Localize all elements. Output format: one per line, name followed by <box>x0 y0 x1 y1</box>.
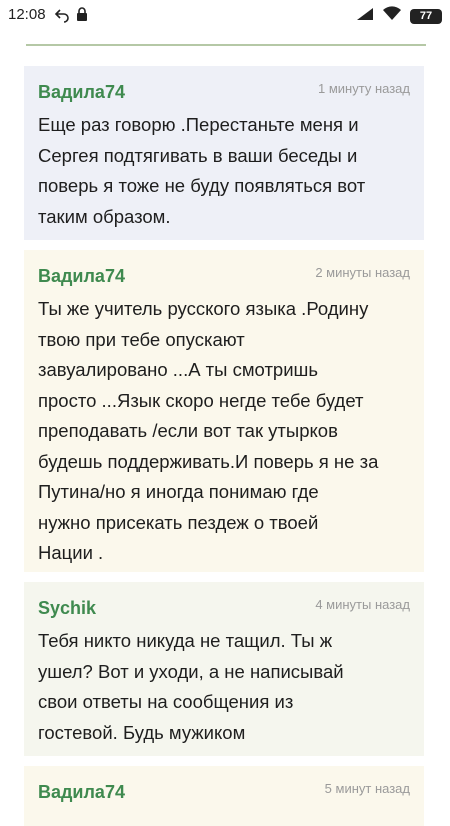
comment-card: Вадила74 5 минут назад <box>24 766 424 826</box>
comment-author[interactable]: Вадила74 <box>38 82 125 103</box>
comment-author[interactable]: Sychik <box>38 598 96 619</box>
comment-line: таким образом. <box>38 205 171 227</box>
comment-line: просто ...Язык скоро негде тебе будет <box>38 389 364 411</box>
comment-line: Путина/но я иногда понимаю где <box>38 481 319 502</box>
comment-line: будешь поддерживать.И поверь я не за <box>38 450 379 472</box>
comment-text: Еще раз говорю .Перестаньте меня и Серге… <box>38 110 414 232</box>
comment-line: Еще раз говорю .Перестаньте меня и <box>38 114 359 135</box>
comment-text: Тебя никто никуда не тащил. Ты ж ушел? В… <box>38 626 414 748</box>
status-bar: 12:08 77 <box>0 0 450 32</box>
comment-timestamp: 1 минуту назад <box>318 81 410 96</box>
comment-line: Тебя никто никуда не тащил. Ты ж <box>38 630 333 651</box>
comment-timestamp: 5 минут назад <box>324 781 410 796</box>
comment-line: свои ответы на сообщения из <box>38 691 294 712</box>
battery-level: 77 <box>419 10 433 22</box>
comment-card: Sychik 4 минуты назад Тебя никто никуда … <box>24 582 424 756</box>
comment-line: Сергея подтягивать в ваши беседы и <box>38 144 358 166</box>
comment-timestamp: 4 минуты назад <box>315 597 410 612</box>
comment-text: Ты же учитель русского языка .Родину тво… <box>38 294 414 569</box>
comment-line: гостевой. Будь мужиком <box>38 721 246 743</box>
comment-line: Ты же учитель русского языка .Родину <box>38 298 369 319</box>
battery-icon: 77 <box>410 8 442 24</box>
comment-line: ушел? Вот и уходи, а не написывай <box>38 660 344 682</box>
wifi-icon <box>382 6 402 26</box>
comment-line: нужно присекать пездеж о твоей <box>38 511 319 533</box>
lock-icon <box>76 7 88 25</box>
status-time: 12:08 <box>8 6 46 23</box>
signal-icon <box>356 7 374 26</box>
comment-line: Нации . <box>38 542 104 563</box>
comment-timestamp: 2 минуты назад <box>315 265 410 280</box>
back-arrow-icon <box>54 7 70 26</box>
comment-line: преподавать /если вот так утырков <box>38 420 338 441</box>
comment-line: завуалировано ...А ты смотришь <box>38 359 319 380</box>
comment-card: Вадила74 1 минуту назад Еще раз говорю .… <box>24 66 424 240</box>
comment-line: поверь я тоже не буду появляться вот <box>38 175 366 196</box>
comment-card: Вадила74 2 минуты назад Ты же учитель ру… <box>24 250 424 572</box>
divider <box>26 44 426 46</box>
comment-author[interactable]: Вадила74 <box>38 266 125 287</box>
comment-line: твою при тебе опускают <box>38 328 245 350</box>
